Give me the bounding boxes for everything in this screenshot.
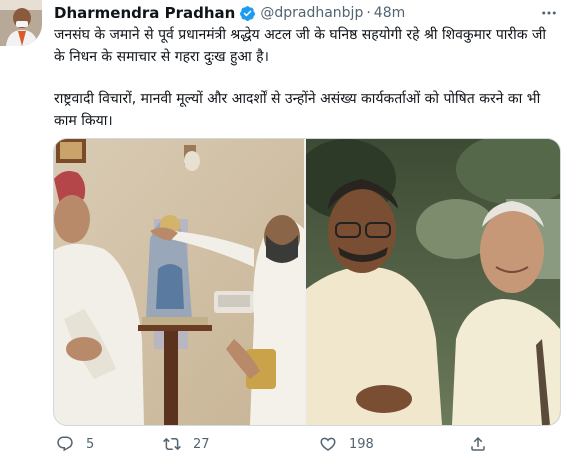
avatar[interactable]: [0, 0, 42, 46]
author-handle[interactable]: @dpradhanbjp: [260, 5, 363, 21]
photo-left[interactable]: [54, 139, 304, 425]
reply-button[interactable]: 5: [54, 433, 161, 455]
tweet-paragraph: राष्ट्रवादी विचारों, मानवी मूल्यों और आद…: [54, 91, 541, 129]
like-button[interactable]: 198: [317, 433, 467, 455]
like-count: 198: [349, 436, 374, 452]
tweet-paragraph: जनसंघ के जमाने से पूर्व प्रधानमंत्री श्र…: [54, 27, 546, 65]
retweet-icon: [161, 433, 183, 455]
separator-dot: ·: [366, 5, 371, 21]
retweet-count: 27: [193, 436, 210, 452]
tweet-media: [53, 138, 561, 426]
verified-badge-icon: [239, 5, 256, 22]
tweet-timestamp[interactable]: 48m: [374, 5, 405, 21]
tweet-text: जनसंघ के जमाने से पूर्व प्रधानमंत्री श्र…: [54, 24, 559, 132]
tweet-header: Dharmendra Pradhan @dpradhanbjp · 48m: [54, 2, 560, 24]
reply-count: 5: [86, 436, 95, 452]
more-icon[interactable]: [538, 2, 560, 24]
reply-icon: [54, 433, 76, 455]
share-icon: [467, 433, 489, 455]
tweet-actions: 5 27 198: [54, 432, 559, 456]
share-button[interactable]: [467, 433, 527, 455]
author-name[interactable]: Dharmendra Pradhan: [54, 4, 235, 22]
retweet-button[interactable]: 27: [161, 433, 317, 455]
heart-icon: [317, 433, 339, 455]
photo-right[interactable]: [306, 139, 560, 425]
